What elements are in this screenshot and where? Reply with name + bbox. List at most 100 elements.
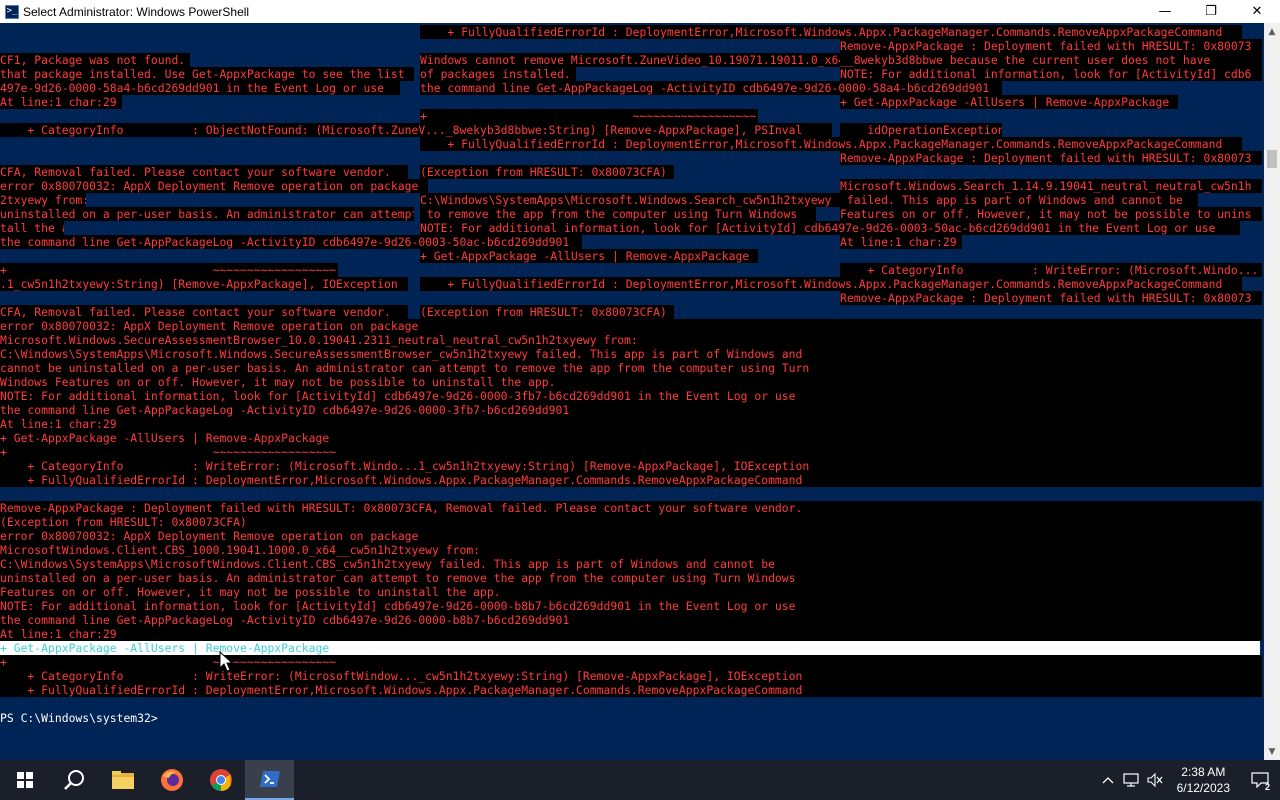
console-line: Features on or off. However, it may not … bbox=[0, 585, 1264, 599]
console-text-segment: to remove the app from the computer usin… bbox=[420, 207, 816, 221]
console-line: At line:1 char:29 + Get-AppxPackage -AllU… bbox=[0, 95, 1264, 109]
console-line: Windows Features on or off. However, it … bbox=[0, 375, 1264, 389]
console-line: uninstalled on a per-user basis. An admi… bbox=[0, 571, 1264, 585]
clock-date: 6/12/2023 bbox=[1176, 781, 1230, 795]
scrollbar-thumb[interactable] bbox=[1267, 150, 1277, 168]
console-text-segment: failed. This app is part of Windows and … bbox=[840, 193, 1198, 207]
console-line: At line:1 char:29 bbox=[0, 627, 1264, 641]
console-line: NOTE: For additional information, look f… bbox=[0, 599, 1264, 613]
console-text-segment: C:\Windows\SystemApps\Microsoft.Windows.… bbox=[0, 347, 1262, 361]
console-text-segment: 497e-9d26-0000-58a4-b6cd269dd901 in the … bbox=[0, 81, 400, 95]
console-line: (Exception from HRESULT: 0x80073CFA) bbox=[0, 515, 1264, 529]
search-icon[interactable] bbox=[49, 760, 98, 800]
scroll-up-arrow-icon[interactable]: ▲ bbox=[1264, 23, 1280, 40]
console-text-segment: error 0x80070032: AppX Deployment Remove… bbox=[0, 179, 428, 193]
maximize-button[interactable]: ❐ bbox=[1188, 0, 1234, 23]
console-line: + FullyQualifiedErrorId : DeploymentErro… bbox=[0, 473, 1264, 487]
console-line: cannot be uninstalled on a per-user basi… bbox=[0, 361, 1264, 375]
console-text-segment: C:\Windows\SystemApps\MicrosoftWindows.C… bbox=[0, 557, 1262, 571]
console-line: Remove-AppxPackage : Deployment failed w… bbox=[0, 151, 1264, 165]
console-line: NOTE: For additional information, look f… bbox=[0, 389, 1264, 403]
console-line: error 0x80070032: AppX Deployment Remove… bbox=[0, 319, 1264, 333]
powershell-icon[interactable] bbox=[245, 760, 294, 800]
console-text-segment: + ~~~~~~~~~~~~~~~~~~ bbox=[0, 263, 338, 277]
console-line: + ~~~~~~~~~~~~~~~~~~ bbox=[0, 445, 1264, 459]
console-line: At line:1 char:29 bbox=[0, 417, 1264, 431]
console-line: + ~~~~~~~~~~~~~~~~~~ + CategoryInfo : Wr… bbox=[0, 263, 1264, 277]
mouse-cursor-icon bbox=[219, 651, 233, 672]
minimize-button[interactable]: — bbox=[1142, 0, 1188, 23]
console-text-segment: + Get-AppxPackage -AllUsers | Remove-App… bbox=[0, 641, 1260, 655]
title-bar[interactable]: >_ Select Administrator: Windows PowerSh… bbox=[0, 0, 1280, 23]
taskbar-clock[interactable]: 2:38 AM 6/12/2023 bbox=[1177, 764, 1230, 796]
command-prompt[interactable]: PS C:\Windows\system32> bbox=[0, 711, 1264, 725]
system-tray: 2:38 AM 6/12/2023 2 bbox=[1097, 760, 1280, 800]
console-text-segment: uninstalled on a per-user basis. An admi… bbox=[0, 571, 1262, 585]
console-text-segment: Remove-AppxPackage : Deployment failed w… bbox=[840, 151, 1262, 165]
console-text-segment: + CategoryInfo : WriteError: (Microsoft.… bbox=[0, 459, 1262, 473]
console-text-segment: idOperationException bbox=[840, 123, 1002, 137]
console-text-segment: 2txyewy from: bbox=[0, 193, 86, 207]
network-icon[interactable] bbox=[1119, 773, 1143, 787]
console-line: the command line Get-AppPackageLog -Acti… bbox=[0, 403, 1264, 417]
windows-start-icon[interactable] bbox=[0, 760, 49, 800]
console-text-segment: MicrosoftWindows.Client.CBS_1000.19041.1… bbox=[0, 543, 1262, 557]
console-text-segment: Microsoft.Windows.Search_1.14.9.19041_ne… bbox=[840, 179, 1262, 193]
console-text-segment: At line:1 char:29 bbox=[840, 235, 962, 249]
console-output[interactable]: + FullyQualifiedErrorId : DeploymentErro… bbox=[0, 23, 1264, 760]
firefox-icon[interactable] bbox=[147, 760, 196, 800]
console-line: that package installed. Use Get-AppxPack… bbox=[0, 67, 1264, 81]
console-line: tall the app. NOTE: For additional inform… bbox=[0, 221, 1264, 235]
scroll-down-arrow-icon[interactable]: ▼ bbox=[1264, 743, 1280, 760]
console-line: .1_cw5n1h2txyewy:String) [Remove-AppxPac… bbox=[0, 277, 1264, 291]
console-line-highlighted: + Get-AppxPackage -AllUsers | Remove-App… bbox=[0, 641, 1264, 655]
console-text-segment: the command line Get-AppPackageLog -Acti… bbox=[0, 613, 1262, 627]
console-line: + CategoryInfo : ObjectNotFound: (Micros… bbox=[0, 123, 1264, 137]
console-text-segment: (Exception from HRESULT: 0x80073CFA) bbox=[420, 165, 674, 179]
chrome-icon[interactable] bbox=[196, 760, 245, 800]
console-line: Microsoft.Windows.SecureAssessmentBrowse… bbox=[0, 333, 1264, 347]
console-text-segment: + ~~~~~~~~~~~~~~~~~~ bbox=[0, 655, 1262, 669]
console-text-segment: (Exception from HRESULT: 0x80073CFA) bbox=[0, 515, 1262, 529]
vertical-scrollbar[interactable]: ▲ ▼ bbox=[1264, 23, 1280, 760]
console-text-segment: Microsoft.Windows.SecureAssessmentBrowse… bbox=[0, 333, 1262, 347]
file-explorer-icon[interactable] bbox=[98, 760, 147, 800]
console-text-segment: NOTE: For additional information, look f… bbox=[420, 221, 1240, 235]
console-text-segment: of packages installed. bbox=[420, 67, 576, 81]
notification-icon[interactable]: 2 bbox=[1240, 760, 1280, 800]
console-text-segment: + ~~~~~~~~~~~~~~~~~~ bbox=[420, 109, 758, 123]
console-line: the command line Get-AppPackageLog -Acti… bbox=[0, 613, 1264, 627]
console-text-segment: + FullyQualifiedErrorId : DeploymentErro… bbox=[420, 277, 1242, 291]
close-button[interactable]: ✕ bbox=[1234, 0, 1280, 23]
notification-count: 2 bbox=[1264, 782, 1270, 792]
console-line: + FullyQualifiedErrorId : DeploymentErro… bbox=[0, 25, 1264, 39]
volume-muted-icon[interactable] bbox=[1143, 773, 1167, 787]
console-line: MicrosoftWindows.Client.CBS_1000.19041.1… bbox=[0, 543, 1264, 557]
console-text-segment: + FullyQualifiedErrorId : DeploymentErro… bbox=[0, 683, 1262, 697]
console-text-segment: NOTE: For additional information, look f… bbox=[840, 67, 1262, 81]
console-text-segment: NOTE: For additional information, look f… bbox=[0, 389, 1262, 403]
chevron-up-icon[interactable] bbox=[1097, 776, 1119, 784]
console-line: CFA, Removal failed. Please contact your… bbox=[0, 165, 1264, 179]
console-line: + ~~~~~~~~~~~~~~~~~~ bbox=[0, 655, 1264, 669]
console-text-segment: the command line Get-AppPackageLog -Acti… bbox=[420, 81, 1002, 95]
console-line: Remove-AppxPackage : Deployment failed w… bbox=[0, 291, 1264, 305]
console-text-segment: + FullyQualifiedErrorId : DeploymentErro… bbox=[420, 25, 1242, 39]
console-text-segment: + FullyQualifiedErrorId : DeploymentErro… bbox=[0, 473, 1262, 487]
console-text-segment: + CategoryInfo : WriteError: (Microsoft.… bbox=[840, 263, 1262, 277]
console-text-segment: + FullyQualifiedErrorId : DeploymentErro… bbox=[420, 137, 1242, 151]
console-text-segment: tall the app. bbox=[0, 221, 64, 235]
console-text-segment: (Exception from HRESULT: 0x80073CFA) bbox=[420, 305, 674, 319]
console-text-segment: C:\Windows\SystemApps\Microsoft.Windows.… bbox=[420, 193, 840, 207]
console-text-segment: .1_cw5n1h2txyewy:String) [Remove-AppxPac… bbox=[0, 277, 408, 291]
console-text-segment: Features on or off. However, it may not … bbox=[0, 585, 1262, 599]
console-line: + FullyQualifiedErrorId : DeploymentErro… bbox=[0, 683, 1264, 697]
console-text-segment: error 0x80070032: AppX Deployment Remove… bbox=[0, 529, 1262, 543]
console-line: C:\Windows\SystemApps\Microsoft.Windows.… bbox=[0, 347, 1264, 361]
console-text-segment: + CategoryInfo : ObjectNotFound: (Micros… bbox=[0, 123, 832, 137]
console-text-segment: CFA, Removal failed. Please contact your… bbox=[0, 165, 408, 179]
console-text-segment: CFA, Removal failed. Please contact your… bbox=[0, 305, 408, 319]
console-line: C:\Windows\SystemApps\MicrosoftWindows.C… bbox=[0, 557, 1264, 571]
powershell-window-icon[interactable]: >_ bbox=[5, 4, 19, 19]
console-text-segment: uninstalled on a per-user basis. An admi… bbox=[0, 207, 414, 221]
